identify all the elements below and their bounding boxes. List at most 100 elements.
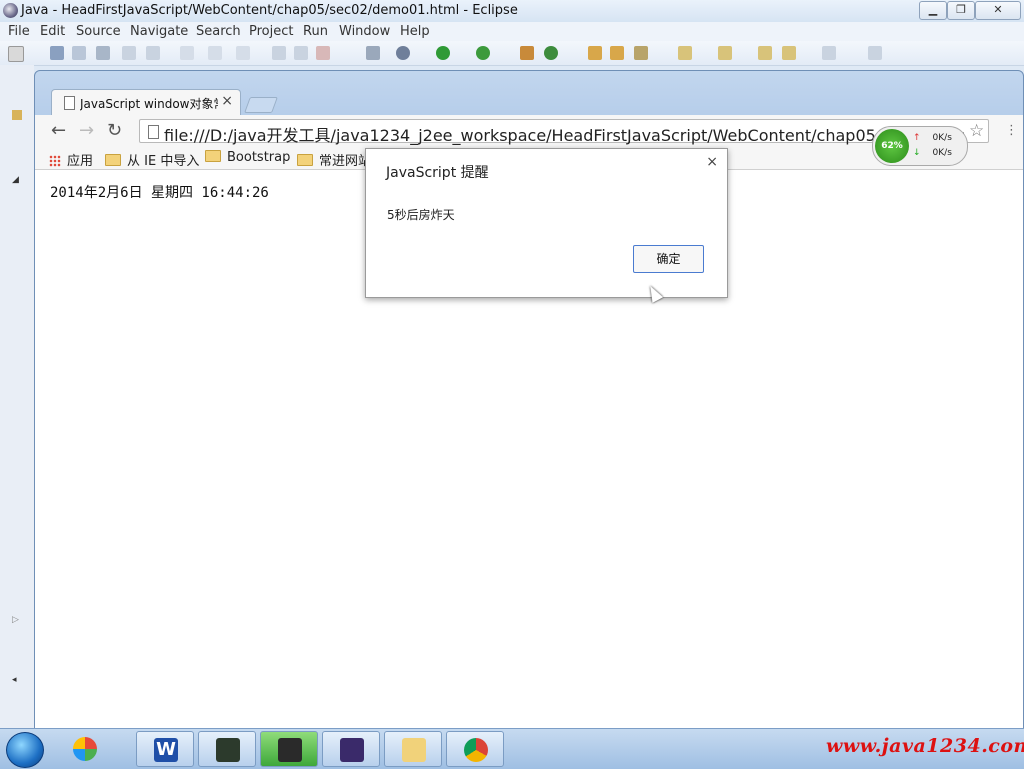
terminate-icon[interactable] xyxy=(316,46,330,60)
tab-title: JavaScript window对象常 xyxy=(80,97,218,111)
redo-icon[interactable] xyxy=(208,46,222,60)
bookmark-bootstrap-label: Bootstrap xyxy=(227,150,291,165)
close-button[interactable]: ✕ xyxy=(975,1,1021,20)
window-title: Java - HeadFirstJavaScript/WebContent/ch… xyxy=(21,3,518,18)
eclipse-toolbar xyxy=(0,41,1024,66)
bookmark-sites-label: 常进网站 xyxy=(319,154,372,169)
menu-bar: File Edit Source Navigate Search Project… xyxy=(0,22,1024,41)
collapse-arrow-icon[interactable]: ◢ xyxy=(12,175,22,185)
save-all-icon[interactable] xyxy=(72,46,86,60)
bookmark-ie-import-label: 从 IE 中导入 xyxy=(127,154,200,169)
word-icon: W xyxy=(154,738,178,762)
network-speed-widget[interactable]: 62% ↑ 0K/s ↓ 0K/s xyxy=(872,126,968,166)
bookmark-apps[interactable]: 应用 xyxy=(49,150,93,169)
menu-navigate[interactable]: Navigate xyxy=(130,24,188,39)
file-icon xyxy=(148,125,159,139)
new-icon[interactable] xyxy=(8,46,24,62)
new-class-icon[interactable] xyxy=(544,46,558,60)
eclipse-side-panel: ◢ ▷ ◂ xyxy=(0,65,34,728)
run-icon[interactable] xyxy=(436,46,450,60)
taskbar-app-explorer[interactable] xyxy=(384,731,442,767)
back-icon[interactable] xyxy=(782,46,796,60)
forward-arrow-icon[interactable]: → xyxy=(79,120,94,141)
menu-help[interactable]: Help xyxy=(400,24,430,39)
chrome-menu-icon[interactable]: ⋮ xyxy=(1005,123,1018,138)
download-arrow-icon: ↓ xyxy=(913,148,921,158)
watermark-text: www.java1234.com xyxy=(826,735,1024,757)
bookmark-star-icon[interactable]: ☆ xyxy=(969,121,984,141)
reload-icon[interactable]: ↻ xyxy=(107,120,122,141)
menu-project[interactable]: Project xyxy=(249,24,293,39)
alert-message: 5秒后房炸天 xyxy=(387,208,455,222)
taskbar-app-word[interactable]: W xyxy=(136,731,194,767)
menu-edit[interactable]: Edit xyxy=(40,24,65,39)
address-bar[interactable]: file:///D:/java开发工具/java1234_j2ee_worksp… xyxy=(139,119,989,146)
previous-annotation-icon[interactable] xyxy=(718,46,732,60)
taskbar-app-media[interactable] xyxy=(56,731,114,767)
resume-icon[interactable] xyxy=(272,46,286,60)
refresh-icon[interactable] xyxy=(236,46,250,60)
apps-icon xyxy=(49,155,61,167)
expand-arrow-icon[interactable]: ▷ xyxy=(12,615,22,625)
bookmark-bootstrap[interactable]: Bootstrap xyxy=(205,150,290,165)
new-tab-button[interactable] xyxy=(244,97,278,113)
tab-close-icon[interactable]: × xyxy=(221,93,233,109)
forward-icon[interactable] xyxy=(822,46,836,60)
windows-taskbar: W www.java1234.com xyxy=(0,728,1024,769)
maximize-button[interactable]: ❐ xyxy=(947,1,975,20)
download-speed-value: 0K/s xyxy=(932,148,952,158)
eclipse-icon xyxy=(3,3,18,18)
alert-ok-button[interactable]: 确定 xyxy=(633,245,704,273)
recorder-icon xyxy=(278,738,302,762)
save-icon[interactable] xyxy=(50,46,64,60)
menu-window[interactable]: Window xyxy=(339,24,390,39)
package-explorer-icon[interactable] xyxy=(12,110,22,120)
debug-icon[interactable] xyxy=(396,46,410,60)
folder-icon xyxy=(297,154,313,166)
menu-file[interactable]: File xyxy=(8,24,30,39)
taskbar-app-chrome[interactable] xyxy=(446,731,504,767)
taskbar-app-console[interactable] xyxy=(198,731,256,767)
menu-run[interactable]: Run xyxy=(303,24,328,39)
print-icon[interactable] xyxy=(96,46,110,60)
suspend-icon[interactable] xyxy=(294,46,308,60)
minimize-button[interactable]: ▁ xyxy=(919,1,947,20)
start-button[interactable] xyxy=(6,732,44,768)
alert-close-icon[interactable]: × xyxy=(706,154,718,170)
console-icon xyxy=(216,738,240,762)
last-edit-icon[interactable] xyxy=(758,46,772,60)
browser-tab[interactable]: JavaScript window对象常 × xyxy=(51,89,241,115)
folder-icon xyxy=(205,150,221,162)
bookmark-apps-label: 应用 xyxy=(67,154,94,169)
eclipse-title-bar: Java - HeadFirstJavaScript/WebContent/ch… xyxy=(0,0,1024,23)
url-text[interactable]: file:///D:/java开发工具/java1234_j2ee_worksp… xyxy=(164,122,964,146)
back-arrow-icon[interactable]: ← xyxy=(51,120,66,141)
open-task-icon[interactable] xyxy=(610,46,624,60)
coverage-icon[interactable] xyxy=(476,46,490,60)
date-time-text: 2014年2月6日 星期四 16:44:26 xyxy=(50,185,269,201)
media-center-icon xyxy=(73,737,97,761)
open-type-icon[interactable] xyxy=(588,46,602,60)
upload-arrow-icon: ↑ xyxy=(913,133,921,143)
menu-search[interactable]: Search xyxy=(196,24,241,39)
skip-breakpoints-icon[interactable] xyxy=(366,46,380,60)
chrome-icon xyxy=(464,738,488,762)
bookmark-sites[interactable]: 常进网站 xyxy=(297,150,371,169)
search-icon[interactable] xyxy=(634,46,648,60)
server-icon[interactable] xyxy=(520,46,534,60)
folder-icon xyxy=(105,154,121,166)
bookmark-ie-import[interactable]: 从 IE 中导入 xyxy=(105,150,199,169)
toggle-icon[interactable] xyxy=(146,46,160,60)
upload-speed: ↑ 0K/s xyxy=(913,133,952,143)
folder-explorer-icon xyxy=(402,738,426,762)
open-perspective-icon[interactable] xyxy=(868,46,882,60)
page-icon xyxy=(64,96,75,110)
taskbar-app-recorder[interactable] xyxy=(260,731,318,767)
undo-icon[interactable] xyxy=(180,46,194,60)
format-icon[interactable] xyxy=(122,46,136,60)
next-annotation-icon[interactable] xyxy=(678,46,692,60)
javascript-alert-dialog: JavaScript 提醒 × 5秒后房炸天 确定 xyxy=(365,148,728,298)
scroll-left-icon[interactable]: ◂ xyxy=(12,675,22,685)
menu-source[interactable]: Source xyxy=(76,24,121,39)
taskbar-app-eclipse[interactable] xyxy=(322,731,380,767)
